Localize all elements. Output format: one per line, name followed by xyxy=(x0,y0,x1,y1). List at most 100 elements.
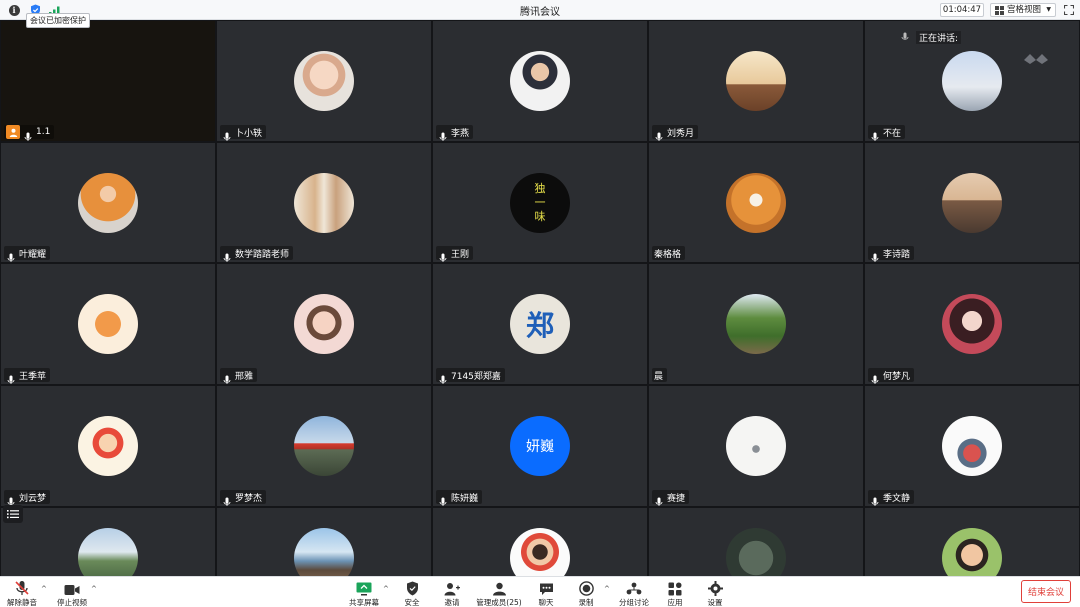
record-label: 录制 xyxy=(578,598,594,607)
participant-tile[interactable] xyxy=(649,508,863,576)
avatar-glyph: 味 xyxy=(534,209,546,223)
participant-tile[interactable] xyxy=(217,508,431,576)
shield-icon xyxy=(406,579,419,596)
participant-tile[interactable]: 邢雅 xyxy=(217,264,431,384)
participant-avatar xyxy=(726,294,786,354)
participant-label: 数学踏踏老师 xyxy=(220,246,294,262)
chevron-up-icon[interactable]: ^ xyxy=(383,585,389,593)
chevron-up-icon[interactable]: ^ xyxy=(41,585,47,593)
participant-name: 陈妍巍 xyxy=(451,493,479,504)
view-switch-label: 宫格视图 xyxy=(1007,5,1042,15)
participant-label: 何梦凡 xyxy=(868,368,915,384)
participant-tile[interactable]: 秦格格 xyxy=(649,143,863,262)
participant-avatar xyxy=(510,528,570,576)
chevron-up-icon[interactable]: ^ xyxy=(604,585,610,593)
participant-tile[interactable]: 李诗踏 xyxy=(865,143,1079,262)
participant-name: 叶耀耀 xyxy=(19,249,47,260)
participant-avatar xyxy=(942,172,1002,233)
participant-tile[interactable]: 何梦凡 xyxy=(865,264,1079,384)
participant-tile[interactable]: 刘秀月 xyxy=(649,21,863,141)
add-user-icon xyxy=(444,579,460,596)
active-speaker-indicator: 正在讲话: xyxy=(900,29,995,45)
participant-label: 刘云梦 xyxy=(4,490,51,506)
participant-label: 1.1 xyxy=(4,125,55,141)
unmute-label: 解除静音 xyxy=(7,598,37,607)
manage-members-button[interactable]: 管理成员(25) xyxy=(474,577,524,607)
participant-name: 何梦凡 xyxy=(883,371,911,382)
participant-tile[interactable]: 卜小轶 xyxy=(217,21,431,141)
participant-tile[interactable]: 妍巍 陈妍巍 xyxy=(433,386,647,506)
participant-avatar xyxy=(726,51,786,111)
participant-name: 罗梦杰 xyxy=(235,493,263,504)
microphone-icon xyxy=(870,127,880,141)
participant-tile[interactable]: 罗梦杰 xyxy=(217,386,431,506)
participant-tile[interactable]: 晨 xyxy=(649,264,863,384)
stop-video-button[interactable]: 停止视频 xyxy=(55,577,89,607)
participant-tile[interactable] xyxy=(1,508,215,576)
participant-tile[interactable] xyxy=(865,508,1079,576)
security-button[interactable]: 安全 xyxy=(398,577,426,607)
members-icon xyxy=(492,579,507,596)
member-list-toggle-icon[interactable] xyxy=(3,505,23,523)
chat-bubble-icon xyxy=(539,579,554,596)
participant-tile[interactable]: 李燕 xyxy=(433,21,647,141)
settings-label: 设置 xyxy=(707,598,723,607)
participant-tile[interactable]: 王季苹 xyxy=(1,264,215,384)
host-icon xyxy=(6,125,20,139)
participant-tile[interactable]: 郑 7145郑郑嘉 xyxy=(433,264,647,384)
participant-avatar: 郑 xyxy=(510,294,570,354)
end-meeting-button[interactable]: 结束会议 xyxy=(1021,580,1071,603)
avatar-glyph: 郑 xyxy=(525,309,554,342)
microphone-icon xyxy=(23,127,33,141)
security-label: 安全 xyxy=(404,598,420,607)
view-switch-button[interactable]: 宫格视图 ▼ xyxy=(990,3,1056,17)
participant-name: 卜小轶 xyxy=(235,128,263,139)
participant-tile[interactable]: 季文静 xyxy=(865,386,1079,506)
participant-name: 数学踏踏老师 xyxy=(235,249,290,260)
invite-button[interactable]: 邀请 xyxy=(438,577,466,607)
avatar-initials: 妍巍 xyxy=(526,439,554,455)
microphone-icon xyxy=(901,32,909,40)
fullscreen-icon[interactable] xyxy=(1062,3,1076,17)
breakout-rooms-button[interactable]: 分组讨论 xyxy=(616,577,652,607)
participant-label: 赛捷 xyxy=(652,490,690,506)
participant-avatar xyxy=(294,172,354,233)
microphone-icon xyxy=(438,248,448,262)
participant-name: 1.1 xyxy=(36,127,51,137)
participant-label: 罗梦杰 xyxy=(220,490,267,506)
participant-tile[interactable]: 数学踏踏老师 xyxy=(217,143,431,262)
apps-button[interactable]: 应用 xyxy=(661,577,689,607)
speaking-label: 正在讲话: xyxy=(916,30,962,44)
unmute-button[interactable]: 解除静音 xyxy=(5,577,39,607)
chevron-down-icon: ▼ xyxy=(1046,6,1051,13)
participant-avatar xyxy=(78,172,138,233)
participant-tile[interactable] xyxy=(433,508,647,576)
participant-tile[interactable]: 赛捷 xyxy=(649,386,863,506)
microphone-icon xyxy=(6,248,16,262)
chevron-up-icon[interactable]: ^ xyxy=(91,585,97,593)
participant-avatar xyxy=(942,528,1002,576)
video-camera-icon xyxy=(64,579,80,596)
participant-label: 王刚 xyxy=(436,246,474,262)
participant-avatar xyxy=(942,294,1002,354)
microphone-icon xyxy=(222,127,232,141)
settings-button[interactable]: 设置 xyxy=(701,577,729,607)
participant-tile[interactable]: 叶耀耀 xyxy=(1,143,215,262)
chat-button[interactable]: 聊天 xyxy=(532,577,560,607)
participant-tile[interactable]: 独 一 味 王刚 xyxy=(433,143,647,262)
participant-tile[interactable]: 刘云梦 xyxy=(1,386,215,506)
record-button[interactable]: 录制 xyxy=(572,577,600,607)
participant-avatar xyxy=(78,294,138,354)
participant-name: 7145郑郑嘉 xyxy=(451,371,501,382)
participant-name: 王刚 xyxy=(451,249,470,260)
participant-name: 刘秀月 xyxy=(667,128,695,139)
participant-avatar: 妍巍 xyxy=(510,416,570,476)
participant-label: 不在 xyxy=(868,125,906,141)
participant-avatar xyxy=(78,528,138,576)
participant-avatar xyxy=(726,528,786,576)
participant-tile[interactable]: 1.1 xyxy=(1,21,215,141)
microphone-icon xyxy=(870,492,880,506)
avatar-glyph: 独 xyxy=(534,181,546,195)
share-screen-button[interactable]: 共享屏幕 xyxy=(347,577,381,607)
manage-members-label: 管理成员(25) xyxy=(476,598,522,607)
